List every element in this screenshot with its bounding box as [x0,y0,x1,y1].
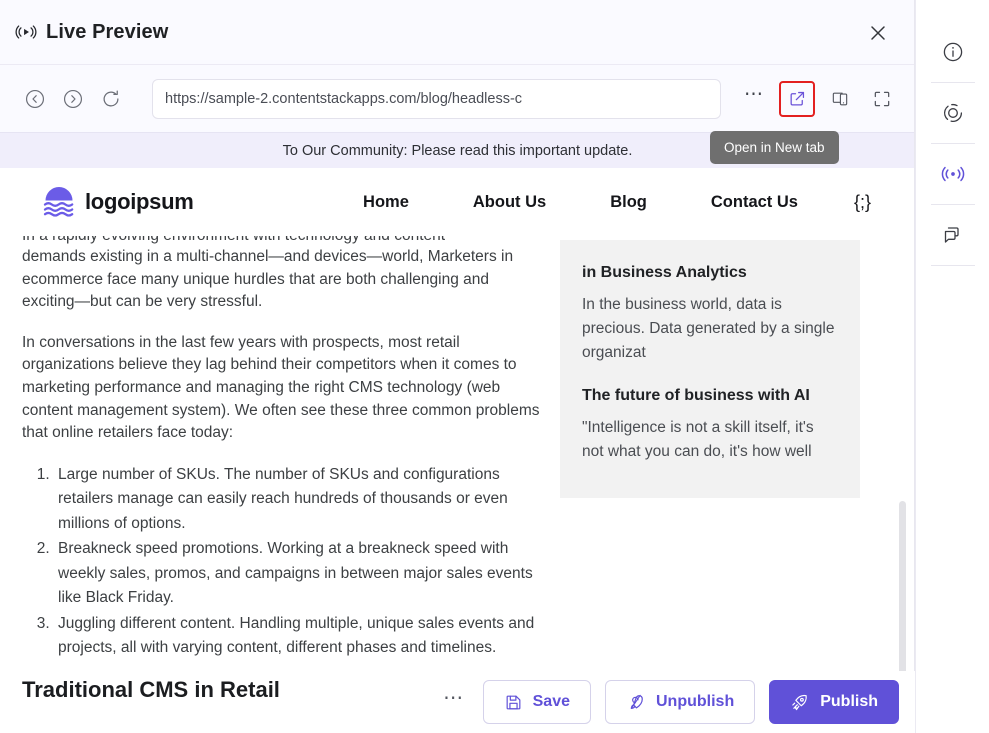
save-button[interactable]: Save [482,680,591,724]
code-braces-icon[interactable]: {;} [830,192,875,213]
rail-divider [930,82,975,83]
tooltip-text: Open in New tab [724,140,825,155]
circle-chevron-left-icon[interactable] [16,80,54,118]
nav-item-contact-us[interactable]: Contact Us [679,193,830,212]
rail-divider [930,265,975,266]
url-input[interactable]: https://sample-2.contentstackapps.com/bl… [152,78,721,119]
related-posts-card: in Business Analytics In the business wo… [560,240,860,498]
browser-toolbar: https://sample-2.contentstackapps.com/bl… [0,65,915,132]
entry-action-bar: ⋯ Save Unpublish Publish [430,671,915,733]
preview-scrollbar-track[interactable] [899,236,911,733]
live-preview-titlebar: Live Preview [0,0,915,65]
circle-chevron-right-icon[interactable] [54,80,92,118]
unpublish-button[interactable]: Unpublish [605,680,756,724]
preview-article-area: In a rapidly evolving environment with t… [0,236,915,733]
nav-item-blog[interactable]: Blog [578,193,679,212]
list-item: Juggling different content. Handling mul… [54,612,540,661]
nav-item-home[interactable]: Home [331,193,441,212]
ellipsis-icon[interactable]: ⋯ [443,685,465,719]
list-item: Large number of SKUs. The number of SKUs… [54,463,540,537]
article-ordered-list: Large number of SKUs. The number of SKUs… [40,463,540,661]
rail-divider [930,143,975,144]
nav-item-about-us[interactable]: About Us [441,193,578,212]
rocket-icon [790,692,810,712]
related-post-excerpt-1: In the business world, data is precious.… [582,296,835,361]
rail-divider [930,204,975,205]
info-icon[interactable] [931,30,975,74]
banner-text: To Our Community: Please read this impor… [282,142,633,159]
ellipsis-icon[interactable]: ⋯ [737,82,771,116]
brand-name: logoipsum [85,189,194,214]
site-logo[interactable]: logoipsum [42,185,194,219]
related-post-excerpt-2: "Intelligence is not a skill itself, it'… [582,419,814,460]
tooltip: Open in New tab [710,131,839,164]
broadcast-play-icon [12,18,40,46]
open-in-new-tab-icon[interactable] [779,80,815,117]
target-icon[interactable] [931,91,975,135]
publish-button-label: Publish [820,693,878,710]
live-preview-icon[interactable] [931,152,975,196]
save-button-label: Save [532,693,570,710]
rocket-off-icon [626,692,646,712]
article-main-column: In a rapidly evolving environment with t… [0,236,560,733]
site-header: logoipsum Home About Us Blog Contact Us … [0,168,915,236]
page-title: Live Preview [46,20,169,43]
list-item: Breakneck speed promotions. Working at a… [54,537,540,611]
fullscreen-icon[interactable] [865,82,899,116]
article-paragraph-1: demands existing in a multi-channel—and … [22,248,514,311]
article-clipped-text: In a rapidly evolving environment with t… [22,236,540,246]
close-icon[interactable] [863,18,893,48]
related-post-title-2[interactable]: The future of business with AI [582,385,838,407]
related-post-title-1[interactable]: in Business Analytics [582,262,838,284]
site-navigation: Home About Us Blog Contact Us {;} [331,192,875,213]
app-root: Live Preview https://sample-2.contentsta… [0,0,989,733]
unpublish-button-label: Unpublish [656,693,735,710]
comments-icon[interactable] [931,213,975,257]
article-clipped-line: In a rapidly evolving environment with t… [22,236,540,246]
floppy-disk-icon [504,693,523,712]
article-paragraph-2: In conversations in the last few years w… [22,333,540,442]
publish-button[interactable]: Publish [769,680,899,724]
refresh-icon[interactable] [92,80,130,118]
responsive-device-icon[interactable] [823,82,857,116]
live-preview-panel: Live Preview https://sample-2.contentsta… [0,0,915,733]
right-sidebar-rail [915,0,989,733]
article-sidebar-column: in Business Analytics In the business wo… [560,236,860,733]
url-text: https://sample-2.contentstackapps.com/bl… [165,90,523,107]
sun-waves-logo-icon [42,185,76,219]
